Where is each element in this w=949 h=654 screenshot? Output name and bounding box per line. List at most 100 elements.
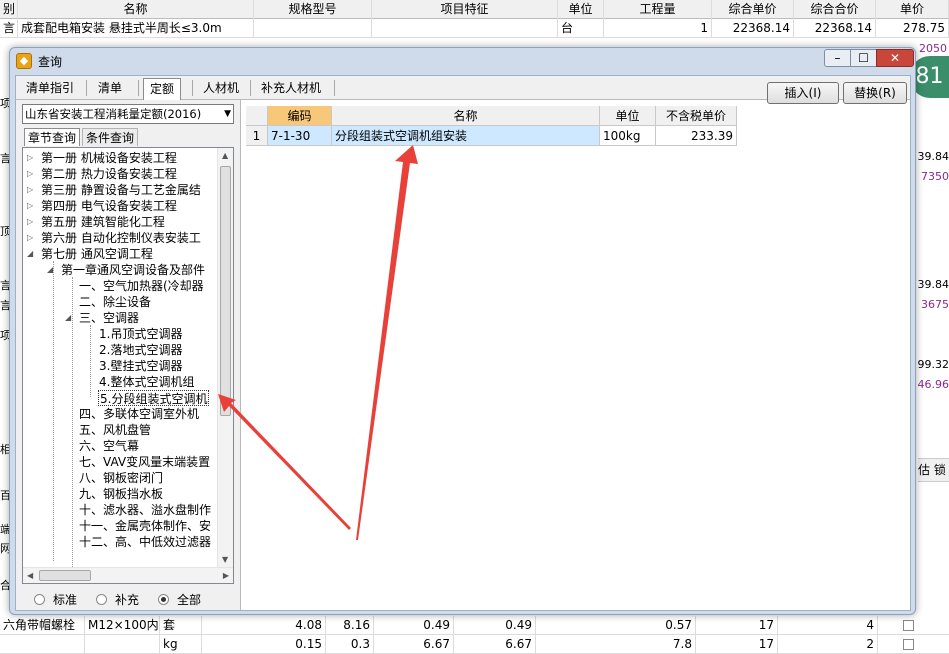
bg-cell: 8.16 <box>326 616 374 635</box>
collapse-icon[interactable]: ◢ <box>65 310 71 326</box>
tree-node[interactable]: ◢第七册 通风空调工程 <box>27 246 153 262</box>
tree-label: 3.壁挂式空调器 <box>99 359 182 373</box>
tab-separator <box>250 80 251 96</box>
tree-node[interactable]: 六、空气幕 <box>79 438 139 454</box>
expand-icon[interactable]: ▷ <box>27 182 33 198</box>
tree-label: 八、钢板密闭门 <box>79 471 163 485</box>
tree-node[interactable]: 七、VAV变风量末端装置 <box>79 454 210 470</box>
insert-button[interactable]: 插入(I) <box>767 82 839 104</box>
tab-supplement-labor-material[interactable]: 补充人材机 <box>255 78 327 98</box>
bg-header-frag: 锁 <box>934 463 946 477</box>
close-button[interactable]: ✕ <box>876 49 914 67</box>
bg-bottom-row[interactable]: kg 0.15 0.3 6.67 6.67 7.8 17 2 <box>0 635 949 654</box>
cell-price[interactable]: 233.39 <box>656 126 737 146</box>
tree-node[interactable]: 1.吊顶式空调器 <box>99 326 182 342</box>
row-checkbox[interactable] <box>903 620 914 631</box>
bg-cell: 17 <box>696 635 778 654</box>
tree-label: 第五册 建筑智能化工程 <box>41 215 165 229</box>
tree-label: 十、滤水器、溢水盘制作 <box>79 503 211 517</box>
tab-quota[interactable]: 定额 <box>143 78 181 100</box>
expand-icon[interactable]: ▷ <box>27 214 33 230</box>
tree-node[interactable]: ▷第六册 自动化控制仪表安装工 <box>27 230 201 246</box>
radio-standard[interactable]: 标准 <box>34 592 77 608</box>
tab-chapter-query[interactable]: 章节查询 <box>24 128 80 146</box>
grid-header-code[interactable]: 编码 <box>268 106 332 126</box>
tab-bill[interactable]: 清单 <box>92 78 128 98</box>
chapter-tree[interactable]: ▷第一册 机械设备安装工程 ▷ 第二册 热力设备安装工程 ▷第三册 静置设备与工艺… <box>22 147 234 584</box>
tree-label: 5.分段组装式空调机 <box>100 392 207 406</box>
bg-value: 46.96 <box>918 378 949 391</box>
radio-circle[interactable] <box>96 594 107 605</box>
tree-node-selected[interactable]: 5.分段组装式空调机 <box>98 390 209 406</box>
bg-cell: 0.49 <box>454 616 536 635</box>
dialog-titlebar[interactable]: ◆ 查询 – ☐ ✕ <box>10 48 915 74</box>
tab-labor-material[interactable]: 人材机 <box>197 78 245 98</box>
tab-separator <box>192 80 193 96</box>
collapse-icon[interactable]: ◢ <box>27 246 33 262</box>
grid-header-name[interactable]: 名称 <box>332 106 600 126</box>
scroll-down-icon[interactable]: ▼ <box>222 555 228 564</box>
tree-node[interactable]: ◢三、空调器 <box>65 310 139 326</box>
tree-node[interactable]: 八、钢板密闭门 <box>79 470 163 486</box>
tree-node[interactable]: 五、风机盘管 <box>79 422 151 438</box>
background-row[interactable]: 言 成套配电箱安装 悬挂式半周长≤3.0m 台 1 22368.14 22368… <box>0 19 949 38</box>
tree-node[interactable]: ▷ 第二册 热力设备安装工程 <box>27 166 177 182</box>
tree-node[interactable]: 九、钢板挡水板 <box>79 486 163 502</box>
tree-node[interactable]: 十一、金属壳体制作、安 <box>79 518 211 534</box>
tree-node[interactable]: 3.壁挂式空调器 <box>99 358 182 374</box>
tree-node[interactable]: 2.落地式空调器 <box>99 342 182 358</box>
grid-header-price[interactable]: 不含税单价 <box>656 106 737 126</box>
expand-icon[interactable]: ▷ <box>27 150 33 166</box>
tree-node[interactable]: 一、空气加热器(冷却器 <box>79 278 204 294</box>
bg-cell: 17 <box>696 616 778 635</box>
tree-node[interactable]: 四、多联体空调室外机 <box>79 406 199 422</box>
scroll-thumb[interactable] <box>39 570 91 581</box>
tree-label: 第四册 电气设备安装工程 <box>41 199 177 213</box>
tree-node[interactable]: 十、滤水器、溢水盘制作 <box>79 502 211 518</box>
bg-bottom-row[interactable]: 六角带帽螺栓 M12×100内 套 4.08 8.16 0.49 0.49 0.… <box>0 616 949 635</box>
tree-node[interactable]: 4.整体式空调机组 <box>99 374 194 390</box>
bg-cell: 0.3 <box>326 635 374 654</box>
expand-icon[interactable]: ▷ <box>27 166 33 182</box>
bg-cell: 套 <box>160 616 202 635</box>
radio-label: 全部 <box>177 593 201 607</box>
radio-supplement[interactable]: 补充 <box>96 592 139 608</box>
dialog-body: 清单指引 清单 定额 人材机 补充人材机 插入(I) 替换(R) 山东省安装工程… <box>15 75 911 611</box>
minimize-button[interactable]: – <box>824 49 851 67</box>
tree-vertical-scrollbar[interactable]: ▲ ▼ <box>217 148 233 567</box>
tree-node[interactable]: 二、除尘设备 <box>79 294 151 310</box>
tree-label: 第二册 热力设备安装工程 <box>41 167 177 181</box>
tree-node[interactable]: ▷ 第五册 建筑智能化工程 <box>27 214 165 230</box>
tree-node[interactable]: ▷第一册 机械设备安装工程 <box>27 150 177 166</box>
tree-node[interactable]: 十二、高、中低效过滤器 <box>79 534 211 550</box>
cell-code[interactable]: 7-1-30 <box>268 126 332 146</box>
scroll-thumb[interactable] <box>220 166 231 416</box>
grid-header-unit[interactable]: 单位 <box>600 106 656 126</box>
radio-circle[interactable] <box>158 594 169 605</box>
tree-horizontal-scrollbar[interactable]: ◀ ▶ <box>23 567 233 583</box>
scroll-left-icon[interactable]: ◀ <box>27 571 33 580</box>
expand-icon[interactable]: ▷ <box>27 198 33 214</box>
bg-header-cell: 名称 <box>18 0 254 19</box>
scroll-up-icon[interactable]: ▲ <box>222 151 228 160</box>
bg-cell: 22368.14 <box>794 19 876 38</box>
tree-node[interactable]: ◢第一章通风空调设备及部件 <box>47 262 205 278</box>
radio-circle[interactable] <box>34 594 45 605</box>
tree-node[interactable]: ▷第三册 静置设备与工艺金属结 <box>27 182 201 198</box>
maximize-button[interactable]: ☐ <box>850 49 877 67</box>
bg-cell: 0.15 <box>202 635 326 654</box>
cell-unit[interactable]: 100kg <box>600 126 656 146</box>
quota-book-select[interactable]: 山东省安装工程消耗量定额(2016) ▼ <box>22 104 234 124</box>
cell-name[interactable]: 分段组装式空调机组安装 <box>332 126 600 146</box>
tree-node[interactable]: ▷ 第四册 电气设备安装工程 <box>27 198 177 214</box>
scroll-right-icon[interactable]: ▶ <box>223 571 229 580</box>
radio-all[interactable]: 全部 <box>158 592 201 608</box>
tree-label: 九、钢板挡水板 <box>79 487 163 501</box>
chevron-down-icon[interactable]: ▼ <box>224 105 231 123</box>
tab-condition-query[interactable]: 条件查询 <box>82 128 138 146</box>
replace-button[interactable]: 替换(R) <box>843 82 907 104</box>
row-checkbox[interactable] <box>903 639 914 650</box>
tree-label: 五、风机盘管 <box>79 423 151 437</box>
expand-icon[interactable]: ▷ <box>27 230 33 246</box>
tab-bill-guide[interactable]: 清单指引 <box>20 78 80 98</box>
